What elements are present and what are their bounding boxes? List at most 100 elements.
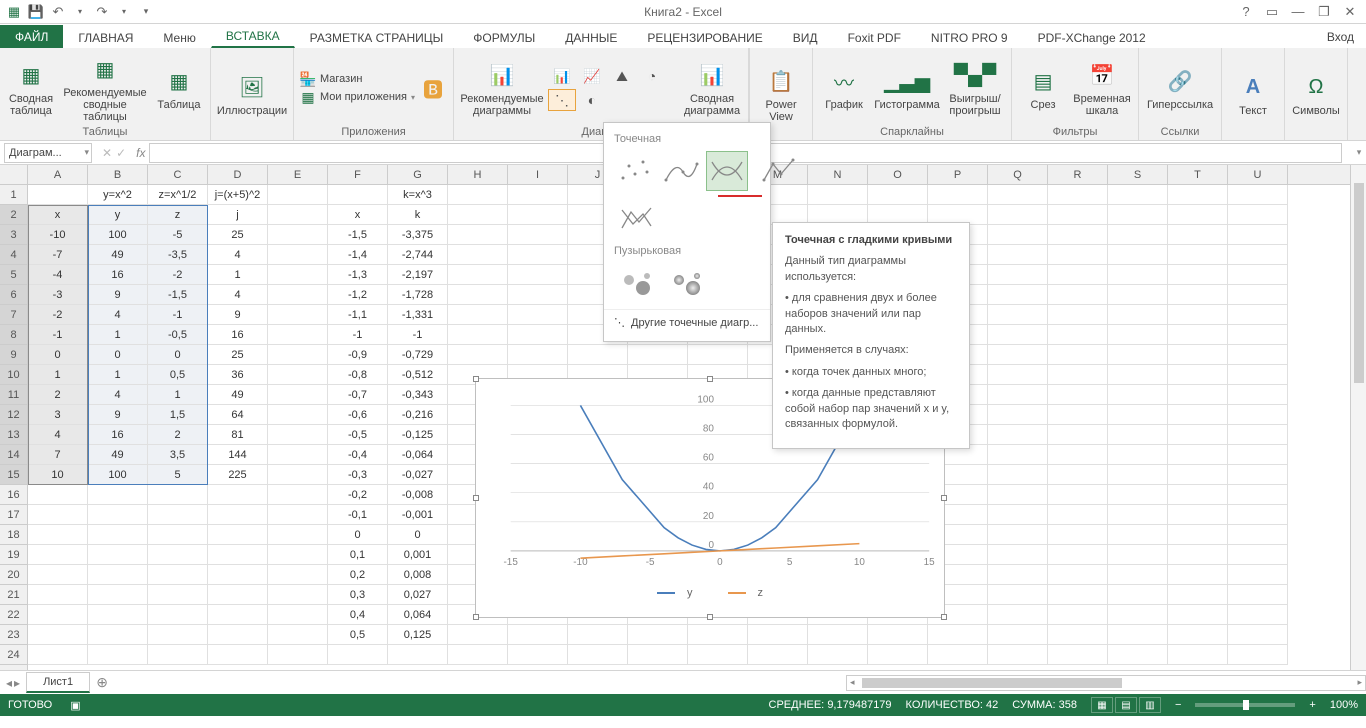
- cell[interactable]: [988, 245, 1048, 265]
- zoom-in-icon[interactable]: +: [1309, 699, 1315, 711]
- cell[interactable]: 0: [148, 345, 208, 365]
- cell[interactable]: [688, 345, 748, 365]
- cell[interactable]: 144: [208, 445, 268, 465]
- scatter-markers-option[interactable]: [614, 151, 656, 191]
- cell[interactable]: [1168, 405, 1228, 425]
- cell[interactable]: [1228, 545, 1288, 565]
- cell[interactable]: [208, 585, 268, 605]
- cell[interactable]: [1228, 405, 1288, 425]
- other-chart-icon[interactable]: ◐: [578, 89, 606, 111]
- row-header[interactable]: 11: [0, 385, 27, 405]
- cell[interactable]: -0,008: [388, 485, 448, 505]
- cell[interactable]: 25: [208, 345, 268, 365]
- recommended-charts-button[interactable]: 📊Рекомендуемые диаграммы: [460, 59, 544, 117]
- row-header[interactable]: 2: [0, 205, 27, 225]
- undo-icon[interactable]: ↶: [48, 3, 68, 21]
- formula-expand-icon[interactable]: ▾: [1352, 147, 1366, 158]
- cell[interactable]: -1,728: [388, 285, 448, 305]
- cell[interactable]: [268, 205, 328, 225]
- cell[interactable]: [988, 545, 1048, 565]
- cell[interactable]: 0,5: [328, 625, 388, 645]
- scatter-smooth-markers-option[interactable]: [660, 151, 702, 191]
- cell[interactable]: -0,001: [388, 505, 448, 525]
- cell[interactable]: [148, 505, 208, 525]
- cell[interactable]: -0,125: [388, 425, 448, 445]
- minimize-icon[interactable]: —: [1286, 3, 1310, 21]
- column-header[interactable]: C: [148, 165, 208, 184]
- cell[interactable]: [1048, 405, 1108, 425]
- cell[interactable]: [1048, 585, 1108, 605]
- cell[interactable]: [1048, 645, 1108, 665]
- cell[interactable]: -0,512: [388, 365, 448, 385]
- column-header[interactable]: U: [1228, 165, 1288, 184]
- cell[interactable]: [508, 205, 568, 225]
- row-header[interactable]: 16: [0, 485, 27, 505]
- column-header[interactable]: B: [88, 165, 148, 184]
- cell[interactable]: x: [28, 205, 88, 225]
- cell[interactable]: 4: [28, 425, 88, 445]
- cell[interactable]: -4: [28, 265, 88, 285]
- column-header[interactable]: H: [448, 165, 508, 184]
- cell[interactable]: 0,1: [328, 545, 388, 565]
- horizontal-scrollbar[interactable]: ◂▸: [846, 675, 1366, 691]
- cell[interactable]: [1108, 365, 1168, 385]
- table-button[interactable]: ▦Таблица: [154, 65, 204, 111]
- cell[interactable]: 1: [28, 365, 88, 385]
- cell[interactable]: [1048, 245, 1108, 265]
- column-header[interactable]: O: [868, 165, 928, 184]
- cell[interactable]: [208, 545, 268, 565]
- cell[interactable]: -1,4: [328, 245, 388, 265]
- cell[interactable]: [1108, 465, 1168, 485]
- cell[interactable]: [1168, 265, 1228, 285]
- cell[interactable]: [1048, 305, 1108, 325]
- cell[interactable]: -7: [28, 245, 88, 265]
- cell[interactable]: [1168, 525, 1228, 545]
- column-chart-icon[interactable]: 📊: [548, 65, 576, 87]
- cell[interactable]: [508, 245, 568, 265]
- tab-view[interactable]: ВИД: [778, 27, 833, 48]
- cell[interactable]: [448, 345, 508, 365]
- cell[interactable]: 0: [88, 345, 148, 365]
- cell[interactable]: [1108, 645, 1168, 665]
- cell[interactable]: [268, 245, 328, 265]
- cell[interactable]: 10: [28, 465, 88, 485]
- cell[interactable]: [268, 325, 328, 345]
- cell[interactable]: y: [88, 205, 148, 225]
- cell[interactable]: [268, 225, 328, 245]
- select-all-corner[interactable]: [0, 165, 28, 185]
- cell[interactable]: [988, 605, 1048, 625]
- cell[interactable]: 4: [88, 385, 148, 405]
- cell[interactable]: -1: [328, 325, 388, 345]
- text-button[interactable]: AТекст: [1228, 71, 1278, 117]
- tab-pdfxchange[interactable]: PDF-XChange 2012: [1023, 27, 1161, 48]
- area-chart-icon[interactable]: ⛰: [608, 65, 636, 87]
- cell[interactable]: [1228, 585, 1288, 605]
- cell[interactable]: 9: [208, 305, 268, 325]
- cell[interactable]: [808, 625, 868, 645]
- zoom-slider-thumb[interactable]: [1243, 700, 1249, 710]
- tab-menu[interactable]: Меню: [148, 27, 210, 48]
- cell[interactable]: [1168, 225, 1228, 245]
- powerview-button[interactable]: 📋Power View: [756, 65, 806, 123]
- row-header[interactable]: 7: [0, 305, 27, 325]
- cell[interactable]: [1228, 445, 1288, 465]
- column-header[interactable]: D: [208, 165, 268, 184]
- zoom-slider[interactable]: [1195, 703, 1295, 707]
- cell[interactable]: [28, 565, 88, 585]
- cell[interactable]: [1108, 405, 1168, 425]
- cell[interactable]: [688, 645, 748, 665]
- cell[interactable]: [208, 605, 268, 625]
- tab-review[interactable]: РЕЦЕНЗИРОВАНИЕ: [632, 27, 777, 48]
- restore-icon[interactable]: ❐: [1312, 3, 1336, 21]
- cell[interactable]: [88, 625, 148, 645]
- qat-customize-icon[interactable]: ▾: [136, 3, 156, 21]
- cell[interactable]: 1: [148, 385, 208, 405]
- cell[interactable]: [988, 625, 1048, 645]
- cell[interactable]: [448, 645, 508, 665]
- cell[interactable]: [448, 205, 508, 225]
- cell[interactable]: [1048, 225, 1108, 245]
- cell[interactable]: [28, 505, 88, 525]
- cell[interactable]: [1228, 325, 1288, 345]
- cell[interactable]: [208, 625, 268, 645]
- cell[interactable]: [1228, 645, 1288, 665]
